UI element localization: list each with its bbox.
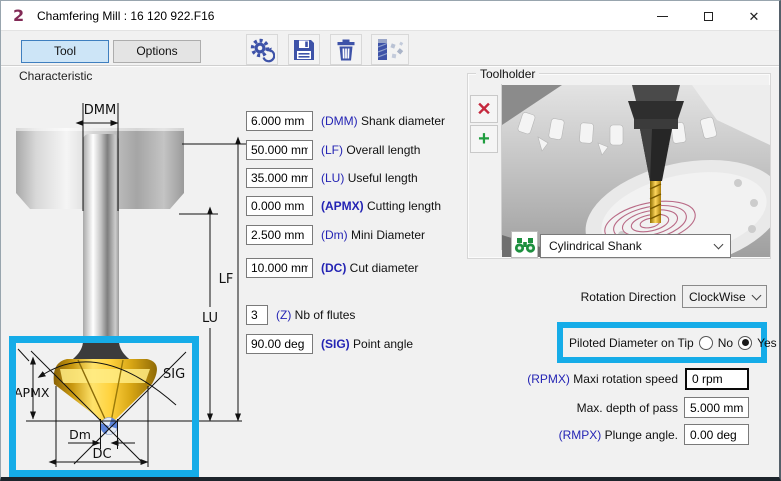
diagram-label-lf: LF [219, 272, 234, 287]
shank-type-dropdown[interactable]: Cylindrical Shank [540, 234, 731, 258]
piloted-diameter-label: Piloted Diameter on Tip [569, 335, 694, 350]
point-angle-label: (SIG) Point angle [321, 337, 414, 351]
shank-shape [83, 134, 119, 346]
update-icon [250, 38, 275, 62]
cut-diameter-label: (DC) Cut diameter [321, 261, 419, 275]
piloted-no-radio[interactable] [698, 335, 713, 350]
maxi-rotation-speed-input[interactable] [685, 368, 749, 390]
mini-diameter-input[interactable] [246, 225, 313, 245]
useful-length-label: (LU) Useful length [321, 171, 418, 185]
shank-diameter-input[interactable] [246, 111, 313, 131]
useful-length-input[interactable] [246, 168, 313, 188]
minimize-icon [656, 15, 668, 17]
rotation-direction-label: Rotation Direction [580, 290, 676, 304]
delete-button[interactable] [330, 34, 362, 65]
save-icon [294, 39, 314, 60]
overall-length-input[interactable] [246, 140, 313, 160]
cutting-length-label: (APMX) Cutting length [321, 199, 442, 213]
piloted-diameter-highlight-box: Piloted Diameter on Tip No Yes [557, 322, 777, 363]
close-icon: ✕ [748, 8, 760, 24]
delete-icon [337, 39, 355, 60]
max-depth-pass-input[interactable] [684, 397, 749, 418]
chevron-down-icon [713, 239, 724, 250]
overall-length-label: (LF) Overall length [321, 143, 421, 157]
delete-x-icon: ✕ [476, 99, 492, 119]
cutting-data-icon [377, 38, 404, 60]
tip-highlight-box [9, 336, 199, 477]
app-logo-icon: 2 [13, 6, 25, 25]
update-button[interactable] [246, 34, 278, 65]
maximize-button[interactable] [685, 1, 731, 31]
toolholder-search-button[interactable] [511, 231, 538, 258]
toolholder-group-label: Toolholder [476, 67, 540, 81]
plunge-angle-input[interactable] [684, 424, 749, 445]
nb-flutes-label: (Z) Nb of flutes [276, 308, 356, 322]
rotation-direction-dropdown[interactable]: ClockWise [682, 285, 767, 308]
cutting-data-button[interactable] [371, 34, 409, 65]
diagram-label-lu: LU [202, 311, 218, 326]
rotation-direction-value: ClockWise [689, 289, 746, 304]
cut-diameter-input[interactable] [246, 258, 313, 278]
title-bar: 2 Chamfering Mill : 16 120 922.F16 ✕ [1, 1, 779, 31]
mini-diameter-label: (Dm) Mini Diameter [321, 228, 426, 242]
close-button[interactable]: ✕ [731, 1, 777, 31]
toolholder-add-button[interactable]: + [470, 125, 498, 153]
chevron-down-icon [751, 290, 762, 300]
nb-flutes-input[interactable] [246, 305, 268, 325]
cutting-length-input[interactable] [246, 196, 313, 216]
plunge-angle-label: (RMPX) Plunge angle. [558, 428, 678, 442]
piloted-yes-label: Yes [757, 335, 777, 350]
maximize-icon [703, 11, 713, 21]
window-title: Chamfering Mill : 16 120 922.F16 [37, 9, 215, 23]
max-depth-pass-label: Max. depth of pass [576, 401, 678, 415]
shank-type-value: Cylindrical Shank [549, 239, 642, 253]
shank-diameter-label: (DMM) Shank diameter [321, 114, 446, 128]
minimize-button[interactable] [639, 1, 685, 31]
save-button[interactable] [288, 34, 320, 65]
toolbar-separator [1, 65, 779, 67]
point-angle-input[interactable] [246, 334, 313, 354]
tab-tool[interactable]: Tool [21, 40, 109, 63]
chamfering-mill-dialog: 2 Chamfering Mill : 16 120 922.F16 ✕ Too… [0, 0, 781, 481]
piloted-no-label: No [717, 335, 734, 350]
binoculars-icon [514, 237, 535, 253]
tab-options[interactable]: Options [113, 40, 201, 63]
piloted-yes-radio[interactable] [738, 335, 753, 350]
maxi-rotation-speed-label: (RPMX) Maxi rotation speed [527, 372, 678, 386]
toolholder-delete-button[interactable]: ✕ [470, 95, 498, 123]
toolholder-group: Toolholder ✕ + Cylindrical Shank [467, 67, 771, 259]
add-plus-icon: + [478, 128, 490, 150]
toolholder-image [502, 85, 770, 257]
diagram-label-dmm: DMM [84, 103, 116, 118]
